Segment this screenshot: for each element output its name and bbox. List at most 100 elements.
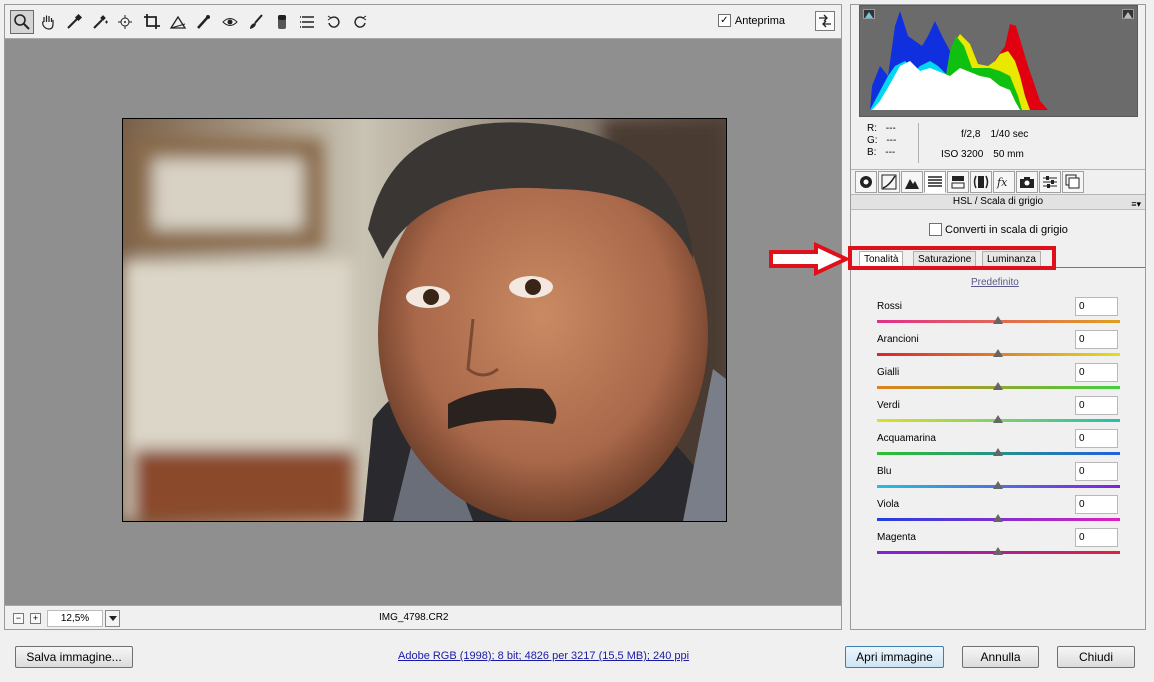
hue-slider-gialli[interactable]: Gialli 0 [877,363,1121,397]
file-name: IMG_4798.CR2 [379,612,449,623]
presets-icon [1043,176,1057,188]
shutter-speed: 1/40 sec [990,129,1029,140]
preferences-tool-icon[interactable] [296,10,320,34]
tab-camera-calibration[interactable] [1016,171,1038,193]
b-value: --- [885,147,896,158]
tab-lens[interactable] [970,171,992,193]
slider-value-input[interactable]: 0 [1075,363,1118,382]
color-sampler-tool-icon[interactable] [88,10,112,34]
slider-value-input[interactable]: 0 [1075,528,1118,547]
grayscale-label: Converti in scala di grigio [945,223,1068,236]
adjustment-brush-tool-icon[interactable] [244,10,268,34]
preview-checkbox[interactable]: ✓ [717,14,731,27]
slider-value-input[interactable]: 0 [1075,462,1118,481]
hue-slider-blu[interactable]: Blu 0 [877,462,1121,496]
graduated-filter-tool-icon[interactable] [270,10,294,34]
zoom-out-button[interactable]: − [13,613,24,624]
tab-basic[interactable] [855,171,877,193]
slider-value-input[interactable]: 0 [1075,396,1118,415]
target-adjustment-tool-icon[interactable] [114,10,138,34]
cancel-button[interactable]: Annulla [962,646,1039,668]
preview-area: ✓ Anteprima − + 12,5% IMG_4798.CR2 [4,4,842,630]
g-label: G: [867,135,878,146]
zoom-in-button[interactable]: + [30,613,41,624]
slider-thumb[interactable] [993,547,1003,555]
tab-split-toning[interactable] [947,171,969,193]
slider-thumb[interactable] [993,415,1003,423]
panel-menu-icon[interactable]: ≡▾ [1131,197,1141,211]
default-link[interactable]: Predefinito [971,277,1019,288]
adjustments-panel: R: --- G: --- B: --- f/2,8 1/40 sec ISO 3… [850,4,1146,630]
rotate-left-icon[interactable] [322,10,346,34]
spot-removal-tool-icon[interactable] [192,10,216,34]
rotate-right-icon[interactable] [348,10,372,34]
crop-tool-icon[interactable] [140,10,164,34]
tab-snapshots[interactable] [1062,171,1084,193]
curve-icon [881,174,897,190]
photo-preview [122,118,727,522]
rgb-readout: R: --- G: --- B: --- [867,123,896,159]
slider-value-input[interactable]: 0 [1075,429,1118,448]
camera-info: f/2,8 1/40 sec ISO 3200 50 mm [941,125,1028,165]
close-button[interactable]: Chiudi [1057,646,1135,668]
zoom-dropdown-button[interactable] [105,610,120,627]
image-canvas[interactable] [5,40,841,605]
r-label: R: [867,123,877,134]
aperture: f/2,8 [961,129,981,140]
hue-slider-verdi[interactable]: Verdi 0 [877,396,1121,430]
preview-toggle[interactable]: ✓ Anteprima [717,14,785,27]
slider-thumb[interactable] [993,481,1003,489]
grayscale-toggle[interactable]: Converti in scala di grigio [929,223,1068,236]
hue-slider-viola[interactable]: Viola 0 [877,495,1121,529]
slider-value-input[interactable]: 0 [1075,330,1118,349]
highlight-clipping-icon[interactable] [1122,9,1134,19]
slider-label: Rossi [877,301,903,312]
tab-effects[interactable]: fx [993,171,1015,193]
preview-label: Anteprima [734,14,785,27]
white-balance-tool-icon[interactable] [62,10,86,34]
mountain-icon [905,179,919,189]
aperture-icon [860,176,872,188]
shadow-clipping-icon[interactable] [863,9,875,19]
info-divider [918,123,919,163]
tab-tone-curve[interactable] [878,171,900,193]
slider-label: Magenta [877,532,916,543]
slider-value-input[interactable]: 0 [1075,495,1118,514]
slider-thumb[interactable] [993,349,1003,357]
red-eye-tool-icon[interactable] [218,10,242,34]
open-image-button[interactable]: Apri immagine [845,646,944,668]
tab-detail[interactable] [901,171,923,193]
tab-presets[interactable] [1039,171,1061,193]
workflow-options-link[interactable]: Adobe RGB (1998); 8 bit; 4826 per 3217 (… [398,650,689,662]
hue-slider-rossi[interactable]: Rossi 0 [877,297,1121,331]
hue-slider-acquamarina[interactable]: Acquamarina 0 [877,429,1121,463]
svg-text:fx: fx [996,176,1008,189]
slider-thumb[interactable] [993,514,1003,522]
tab-hsl[interactable] [924,171,946,193]
lens-icon [973,175,989,189]
slider-label: Gialli [877,367,900,378]
g-value: --- [886,135,897,146]
hue-slider-magenta[interactable]: Magenta 0 [877,528,1121,562]
slider-label: Viola [877,499,900,510]
slider-label: Arancioni [877,334,919,345]
r-value: --- [885,123,896,134]
b-label: B: [867,147,877,158]
zoom-level-field[interactable]: 12,5% [47,610,103,627]
hue-slider-arancioni[interactable]: Arancioni 0 [877,330,1121,364]
panel-tabs: fx [851,169,1145,195]
slider-thumb[interactable] [993,382,1003,390]
panel-title: HSL / Scala di grigio ≡▾ [851,195,1145,210]
split-toning-icon [951,176,965,189]
slider-label: Blu [877,466,892,477]
slider-value-input[interactable]: 0 [1075,297,1118,316]
straighten-tool-icon[interactable] [166,10,190,34]
slider-label: Acquamarina [877,433,936,444]
fullscreen-toggle-icon[interactable] [815,11,835,31]
hand-tool-icon[interactable] [36,10,60,34]
slider-thumb[interactable] [993,448,1003,456]
save-image-button[interactable]: Salva immagine... [15,646,133,668]
slider-thumb[interactable] [993,316,1003,324]
zoom-tool-icon[interactable] [10,9,34,34]
grayscale-checkbox[interactable] [929,223,942,236]
